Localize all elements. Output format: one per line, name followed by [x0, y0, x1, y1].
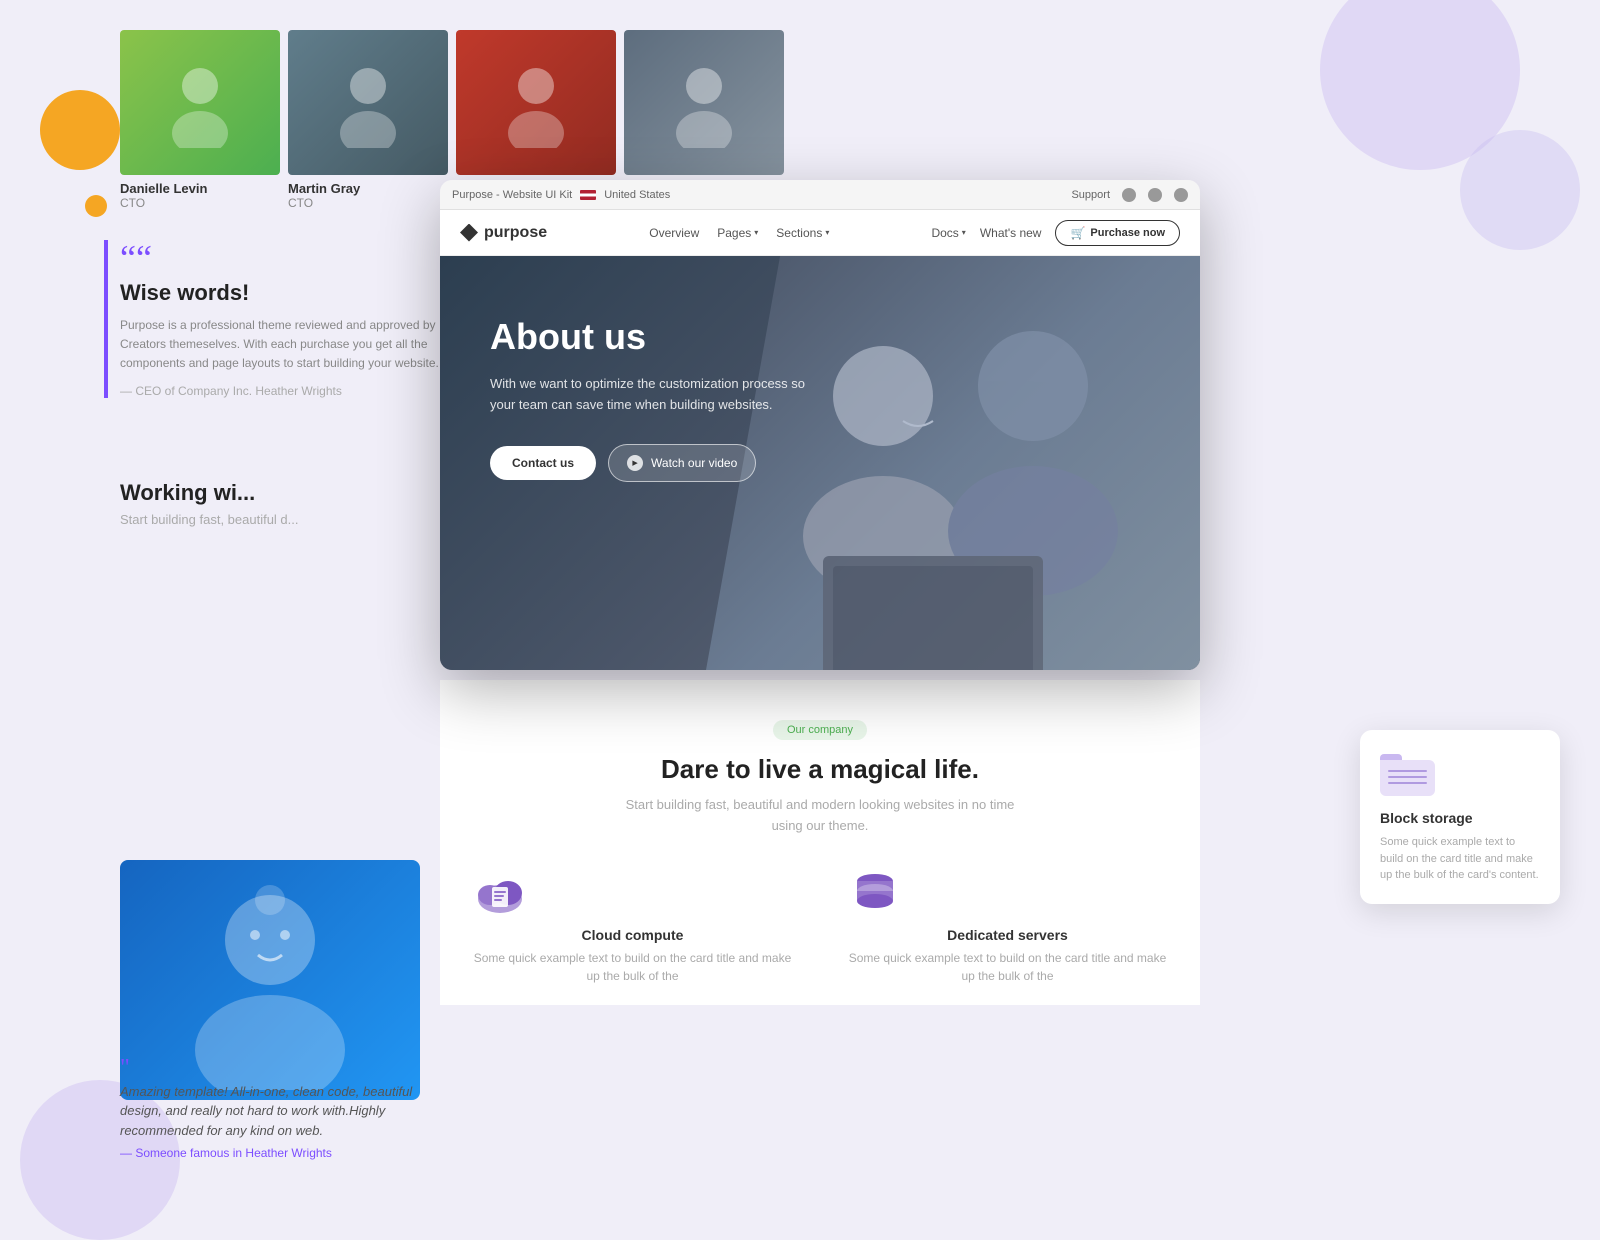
cart-icon-nav: 🛒 [1070, 226, 1085, 240]
contact-us-button[interactable]: Contact us [490, 446, 596, 480]
team-photo-martin [288, 30, 448, 175]
testimonial-block: ““ Wise words! Purpose is a professional… [120, 240, 460, 398]
hero-buttons: Contact us ▶ Watch our video [490, 444, 810, 482]
purpose-kit-label: Purpose - Website UI Kit [452, 189, 572, 201]
quote-mark: ““ [120, 240, 460, 276]
services-row: Cloud compute Some quick example text to… [460, 867, 1180, 985]
working-title: Working wi... [120, 480, 460, 506]
left-panel: Danielle Levin CTO Martin Gray CTO [0, 0, 450, 1200]
team-photo-3 [456, 30, 616, 175]
topbar-left: Purpose - Website UI Kit United States [452, 189, 670, 201]
docs-link[interactable]: Docs ▾ [931, 226, 965, 240]
search-icon[interactable] [1122, 188, 1136, 202]
bottom-quote-mark: " [120, 1055, 130, 1081]
docs-label: Docs [931, 226, 958, 240]
block-storage-title: Block storage [1380, 810, 1540, 826]
nav-overview-label: Overview [649, 226, 699, 240]
folder-lines [1388, 770, 1427, 788]
bottom-quote-author: — Someone famous in Heather Wrights [120, 1146, 420, 1160]
cloud-icon-wrap [470, 867, 530, 917]
block-storage-card: Block storage Some quick example text to… [1360, 730, 1560, 904]
testimonial-text: Purpose is a professional theme reviewed… [120, 316, 460, 374]
hero-content: About us With we want to optimize the cu… [490, 316, 810, 482]
nav-pages-label: Pages [717, 226, 751, 240]
team-name-1: Danielle Levin [120, 181, 280, 196]
nav-overview[interactable]: Overview [649, 226, 699, 240]
quote-bar [104, 240, 108, 398]
folder-body [1380, 760, 1435, 796]
team-title-1: CTO [120, 196, 280, 210]
purchase-label: Purchase now [1090, 227, 1165, 239]
cloud-compute-desc: Some quick example text to build on the … [470, 949, 795, 985]
support-label: Support [1071, 189, 1110, 201]
working-section: Working wi... Start building fast, beaut… [120, 480, 460, 527]
nav-links: Overview Pages ▾ Sections ▾ [649, 226, 829, 240]
team-photos-row: Danielle Levin CTO Martin Gray CTO [0, 10, 450, 230]
team-member-2: Martin Gray CTO [288, 30, 448, 210]
bottom-quote-text: Amazing template! All-in-one, clean code… [120, 1082, 420, 1141]
team-photo-4 [624, 30, 784, 175]
team-photo-danielle [120, 30, 280, 175]
bottom-testimonial: " Amazing template! All-in-one, clean co… [120, 1055, 420, 1161]
database-icon-wrap [845, 867, 905, 917]
folder-line-2 [1388, 776, 1427, 778]
team-name-2: Martin Gray [288, 181, 448, 196]
watch-video-label: Watch our video [651, 456, 737, 470]
hero-title: About us [490, 316, 810, 358]
watch-video-button[interactable]: ▶ Watch our video [608, 444, 756, 482]
purchase-now-button[interactable]: 🛒 Purchase now [1055, 220, 1180, 246]
storage-icon-wrap [1380, 750, 1440, 800]
pages-chevron-icon: ▾ [754, 228, 758, 237]
hero-subtitle: With we want to optimize the customizati… [490, 374, 810, 416]
testimonial-author: — CEO of Company Inc. Heather Wrights [120, 384, 460, 398]
us-flag-icon [580, 190, 596, 200]
testimonial-title: Wise words! [120, 280, 460, 306]
section-title: Dare to live a magical life. [460, 754, 1180, 785]
hero-section: About us With we want to optimize the cu… [440, 256, 1200, 670]
folder-line-1 [1388, 770, 1427, 772]
cloud-compute-card: Cloud compute Some quick example text to… [460, 867, 805, 985]
working-subtitle: Start building fast, beautiful d... [120, 512, 460, 527]
purpose-topbar: Purpose - Website UI Kit United States S… [440, 180, 1200, 210]
country-label: United States [604, 189, 670, 201]
team-title-2: CTO [288, 196, 448, 210]
folder-line-3 [1388, 782, 1427, 784]
folder-icon [1380, 754, 1435, 796]
cart-icon-top[interactable] [1148, 188, 1162, 202]
nav-pages[interactable]: Pages ▾ [717, 226, 758, 240]
logo-diamond-icon [460, 224, 478, 242]
dedicated-servers-desc: Some quick example text to build on the … [845, 949, 1170, 985]
dedicated-servers-card: Dedicated servers Some quick example tex… [835, 867, 1180, 985]
nav-right: Docs ▾ What's new 🛒 Purchase now [931, 220, 1180, 246]
settings-icon[interactable] [1174, 188, 1188, 202]
sections-chevron-icon: ▾ [825, 228, 829, 237]
logo-text: purpose [484, 224, 547, 242]
nav-sections-label: Sections [776, 226, 822, 240]
topbar-right: Support [1071, 188, 1188, 202]
whats-new-label: What's new [980, 226, 1042, 240]
nav-logo[interactable]: purpose [460, 224, 547, 242]
whats-new-link[interactable]: What's new [980, 226, 1042, 240]
company-section: Our company Dare to live a magical life.… [440, 680, 1200, 1005]
nav-sections[interactable]: Sections ▾ [776, 226, 829, 240]
team-member-1: Danielle Levin CTO [120, 30, 280, 210]
purpose-navbar: purpose Overview Pages ▾ Sections ▾ Docs… [440, 210, 1200, 256]
docs-chevron-icon: ▾ [962, 228, 966, 237]
dedicated-servers-title: Dedicated servers [845, 927, 1170, 943]
block-storage-desc: Some quick example text to build on the … [1380, 834, 1540, 884]
purpose-window: Purpose - Website UI Kit United States S… [440, 180, 1200, 670]
purple-circle-right-mid [1460, 130, 1580, 250]
section-subtitle: Start building fast, beautiful and moder… [620, 795, 1020, 837]
our-company-badge: Our company [773, 720, 867, 740]
play-icon: ▶ [627, 455, 643, 471]
cloud-compute-title: Cloud compute [470, 927, 795, 943]
